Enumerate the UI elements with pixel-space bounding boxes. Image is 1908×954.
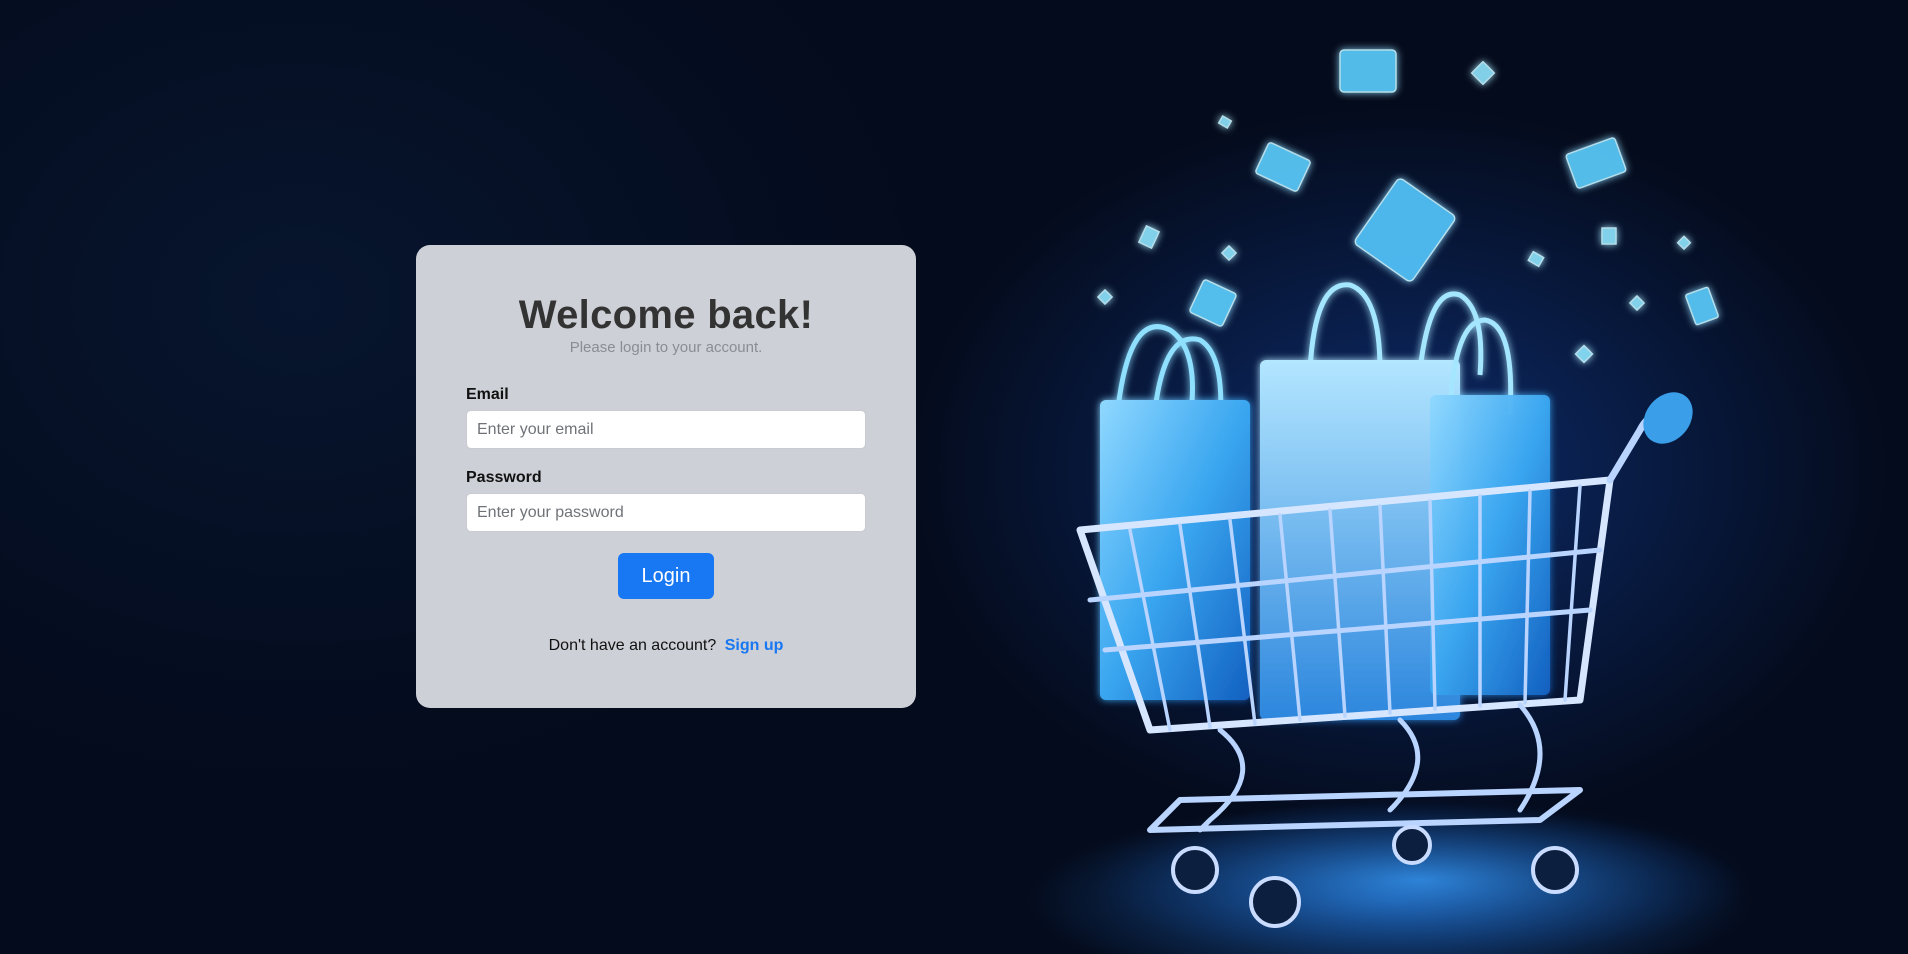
email-label: Email: [466, 386, 509, 403]
signup-row: Don't have an account? Sign up: [466, 637, 866, 655]
card-icon: [1189, 279, 1237, 327]
page-subtitle: Please login to your account.: [569, 339, 763, 356]
page-title: Welcome back!: [518, 293, 814, 337]
email-field[interactable]: [466, 410, 866, 449]
floating-cards: [1096, 49, 1719, 364]
signup-link[interactable]: Sign up: [725, 637, 784, 654]
shopping-cart-illustration: [1076, 49, 1750, 954]
shopping-bags: [1100, 282, 1550, 720]
card-icon: [1255, 142, 1311, 192]
cart-handle-grip: [1643, 392, 1693, 444]
password-label: Password: [466, 469, 542, 486]
login-card: Welcome back! Please login to your accou…: [416, 245, 916, 708]
card-icon: [1354, 178, 1456, 282]
signup-prompt: Don't have an account?: [548, 637, 717, 654]
card-icon: [1565, 137, 1627, 189]
login-button[interactable]: Login: [618, 553, 714, 599]
card-icon: [1685, 286, 1719, 326]
card-icon: [1339, 49, 1397, 93]
password-field[interactable]: [466, 493, 866, 532]
page-background: Welcome back! Please login to your accou…: [0, 0, 1908, 954]
